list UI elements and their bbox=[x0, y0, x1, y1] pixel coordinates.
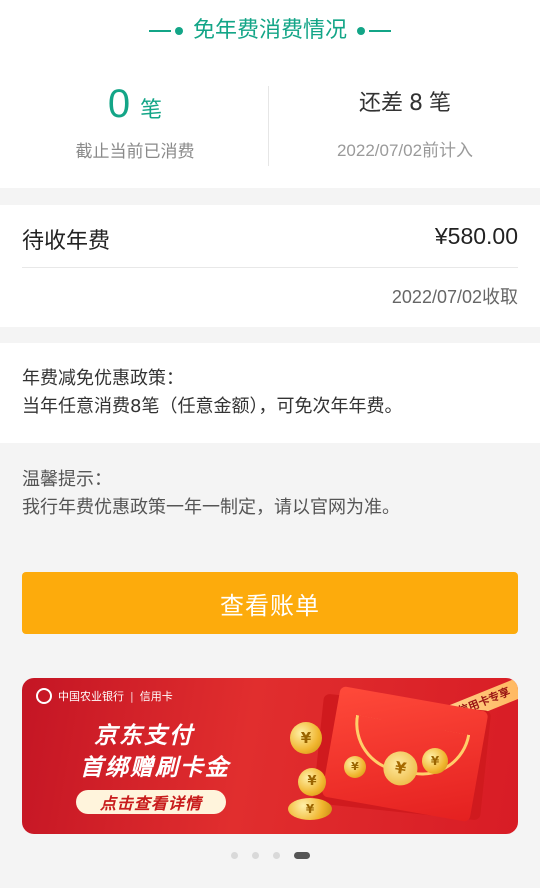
coin-icon: ¥ bbox=[290, 722, 322, 754]
fee-waiver-status-card: 免年费消费情况 0笔 截止当前已消费 还差 8 笔 2022/07/02前计入 bbox=[0, 0, 540, 188]
remaining-value: 8 bbox=[409, 91, 423, 116]
annual-fee-amount: ¥580.00 bbox=[434, 223, 518, 249]
policy-card: 年费减免优惠政策： 当年任意消费8笔（任意金额），可免次年年费。 bbox=[0, 343, 540, 443]
policy-text: 年费减免优惠政策： 当年任意消费8笔（任意金额），可免次年年费。 bbox=[22, 365, 402, 421]
fee-divider bbox=[22, 267, 518, 268]
section-title-text: 免年费消费情况 bbox=[192, 18, 347, 43]
consumed-count-unit: 笔 bbox=[140, 98, 163, 123]
remaining-unit: 笔 bbox=[429, 91, 452, 116]
carousel-dot[interactable] bbox=[251, 852, 259, 859]
coin-icon: ¥ bbox=[288, 798, 332, 820]
remaining-prefix: 还差 bbox=[358, 91, 403, 116]
coin-icon: ¥ bbox=[298, 768, 326, 796]
policy-body: 当年任意消费8笔（任意金额），可免次年年费。 bbox=[22, 396, 403, 417]
title-decoration-right bbox=[353, 14, 391, 48]
carousel-dot[interactable] bbox=[293, 852, 310, 859]
promo-banner[interactable]: 中国农业银行 | 信用卡 农行信用卡专享 京东支付 首绑赠刷卡金 点击查看详情 … bbox=[22, 678, 518, 834]
remaining-count: 还差 8 笔 bbox=[270, 82, 540, 126]
bank-name: 中国农业银行 bbox=[58, 690, 124, 703]
promo-cta-button[interactable]: 点击查看详情 bbox=[76, 790, 226, 814]
section-title: 免年费消费情况 bbox=[0, 14, 540, 48]
policy-title: 年费减免优惠政策： bbox=[22, 368, 184, 389]
tip-body: 我行年费优惠政策一年一制定，请以官网为准。 bbox=[22, 497, 400, 518]
annual-fee-label: 待收年费 bbox=[22, 229, 111, 254]
consumed-count: 0 bbox=[107, 82, 131, 126]
consumed-count-label: 截止当前已消费 bbox=[75, 142, 195, 162]
bank-logo: 中国农业银行 | 信用卡 bbox=[36, 688, 173, 704]
consumed-count-block: 0笔 截止当前已消费 bbox=[0, 82, 270, 162]
view-bill-button[interactable]: 查看账单 bbox=[22, 572, 518, 634]
remaining-deadline: 2022/07/02前计入 bbox=[336, 141, 474, 160]
promo-headline: 京东支付 bbox=[94, 723, 194, 749]
carousel-dot[interactable] bbox=[230, 852, 238, 859]
carousel-indicator bbox=[0, 845, 540, 864]
coin-icon: ¥ bbox=[422, 748, 448, 774]
annual-fee-date: 2022/07/02收取 bbox=[391, 287, 518, 307]
abc-logo-icon bbox=[36, 688, 52, 704]
title-decoration-left bbox=[148, 14, 187, 48]
stats-divider bbox=[268, 86, 269, 166]
promo-subheadline: 首绑赠刷卡金 bbox=[80, 755, 230, 781]
tip-section: 温馨提示： 我行年费优惠政策一年一制定，请以官网为准。 bbox=[22, 466, 400, 522]
coin-icon: ¥ bbox=[344, 756, 366, 778]
card-type: 信用卡 bbox=[139, 690, 173, 703]
annual-fee-card: 待收年费 ¥580.00 2022/07/02收取 bbox=[0, 205, 540, 327]
remaining-block: 还差 8 笔 2022/07/02前计入 bbox=[270, 82, 540, 161]
tip-title: 温馨提示： bbox=[22, 469, 112, 490]
carousel-dot[interactable] bbox=[272, 852, 280, 859]
